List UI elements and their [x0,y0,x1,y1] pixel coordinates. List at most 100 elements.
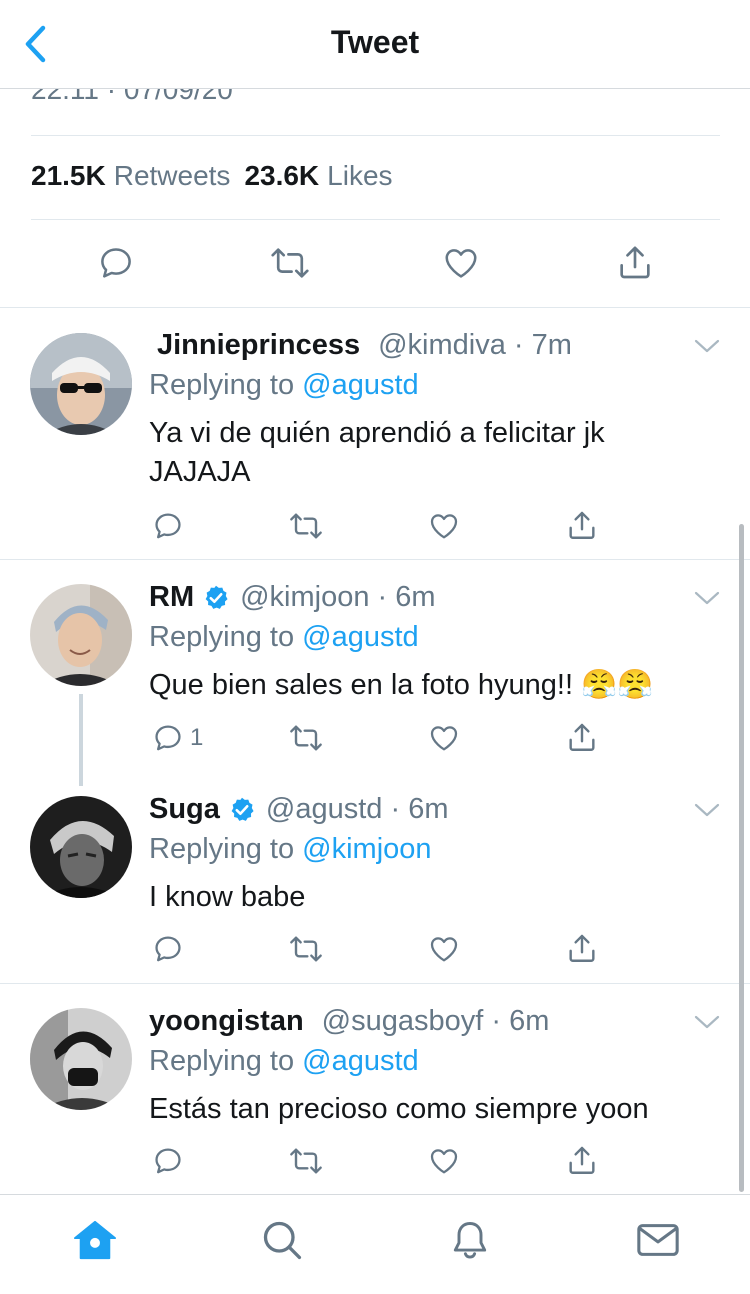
replying-to: Replying to @agustd [149,621,419,654]
heart-icon [445,249,477,278]
reply-button[interactable] [152,510,184,542]
replying-to: Replying to @agustd [149,369,419,402]
reply-actions [0,1141,750,1181]
reply-icon [101,248,131,278]
reply-button[interactable]: 1 [152,722,203,754]
share-icon [569,723,595,751]
mention-link[interactable]: @agustd [302,1045,419,1077]
retweet-button[interactable] [268,244,312,282]
more-options-button[interactable] [694,338,720,354]
like-button[interactable] [441,244,481,282]
handle-and-time: @sugasboyf · 6m [321,1005,550,1037]
mention-link[interactable]: @agustd [302,369,419,401]
reply-text: I know babe [149,881,306,913]
bell-icon [453,1222,487,1259]
reply-button[interactable] [152,1145,184,1177]
retweet-button[interactable] [287,510,325,542]
chevron-down-icon [694,803,720,817]
avatar[interactable] [30,333,132,435]
tweet-stats: 21.5K Retweets 23.6K Likes [31,160,393,192]
top-nav-bar: Tweet [0,0,750,89]
share-button[interactable] [615,242,655,282]
reply-text: Ya vi de quién aprendió a felicitar jk J… [149,417,605,488]
reply-count: 1 [190,724,204,751]
handle[interactable]: @kimdiva [378,329,506,361]
reply-tweet[interactable]: RM @kimjoon · 6m Replying to @agustd Que… [0,560,750,772]
share-button[interactable] [565,931,599,965]
retweet-button[interactable] [287,1145,325,1177]
more-options-button[interactable] [694,590,720,606]
retweet-button[interactable] [287,933,325,965]
heart-icon [430,514,458,539]
replying-to: Replying to @kimjoon [149,833,432,866]
retweets-stat[interactable]: 21.5K Retweets [31,160,230,192]
handle[interactable]: @agustd [266,793,383,825]
display-name[interactable]: Suga [149,793,220,826]
reply-icon [155,1148,181,1174]
verified-badge-icon [231,797,254,821]
reply-button[interactable] [97,244,135,282]
chevron-down-icon [694,591,720,605]
reply-icon [155,513,181,539]
like-button[interactable] [427,1145,461,1177]
reply-author: yoongistan @sugasboyf · 6m [149,1005,549,1038]
avatar[interactable] [30,584,132,686]
mention-link[interactable]: @agustd [302,621,419,653]
share-button[interactable] [565,720,599,754]
more-options-button[interactable] [694,1014,720,1030]
time: 6m [395,581,436,613]
like-button[interactable] [427,933,461,965]
replying-to-label: Replying to [149,369,295,401]
reply-tweet[interactable]: Suga @agustd · 6m Replying to @kimjoon I… [0,772,750,982]
more-options-button[interactable] [694,802,720,818]
verified-badge-icon [205,585,228,609]
tab-notifications[interactable] [447,1217,493,1263]
reply-actions: 1 [0,718,750,758]
reply-author: RM @kimjoon · 6m [149,581,436,614]
avatar[interactable] [30,1008,132,1110]
replying-to-label: Replying to [149,621,295,653]
likes-stat[interactable]: 23.6K Likes [244,160,392,192]
reply-tweet[interactable]: yoongistan @sugasboyf · 6m Replying to @… [0,984,750,1194]
home-icon [74,1220,116,1260]
like-button[interactable] [427,722,461,754]
retweets-label: Retweets [113,160,231,191]
tab-messages[interactable] [635,1217,681,1263]
handle[interactable]: @sugasboyf [322,1005,484,1037]
display-name[interactable]: Jinnieprincess [157,329,360,362]
chevron-down-icon [694,1015,720,1029]
reply-text: Estás tan precioso como siempre yoon [149,1093,649,1125]
reply-author: Jinnieprincess @kimdiva · 7m [157,329,572,362]
divider [31,135,720,136]
display-name[interactable]: RM [149,581,194,614]
heart-icon [430,726,458,751]
like-button[interactable] [427,510,461,542]
reply-author: Suga @agustd · 6m [149,793,449,826]
reply-actions [0,929,750,969]
reply-actions [0,506,750,546]
retweet-icon [290,725,322,751]
mention-link[interactable]: @kimjoon [302,833,431,865]
scrollbar[interactable] [739,524,744,1192]
share-button[interactable] [565,1143,599,1177]
divider [31,219,720,220]
reply-tweet[interactable]: Jinnieprincess @kimdiva · 7m Replying to… [0,308,750,559]
time: 6m [509,1005,550,1037]
avatar[interactable] [30,796,132,898]
tab-search[interactable] [259,1217,305,1263]
handle-and-time: @kimdiva · 7m [378,329,572,361]
share-button[interactable] [565,508,599,542]
likes-count: 23.6K [244,160,320,191]
retweet-button[interactable] [287,722,325,754]
retweet-icon [290,513,322,539]
share-icon [620,246,650,279]
envelope-icon [637,1224,679,1256]
retweet-icon [271,248,309,278]
page-title: Tweet [330,24,420,60]
display-name[interactable]: yoongistan [149,1005,304,1038]
time: 7m [531,329,572,361]
handle[interactable]: @kimjoon [240,581,369,613]
share-icon [569,1146,595,1174]
reply-button[interactable] [152,933,184,965]
tab-home[interactable] [72,1217,118,1263]
